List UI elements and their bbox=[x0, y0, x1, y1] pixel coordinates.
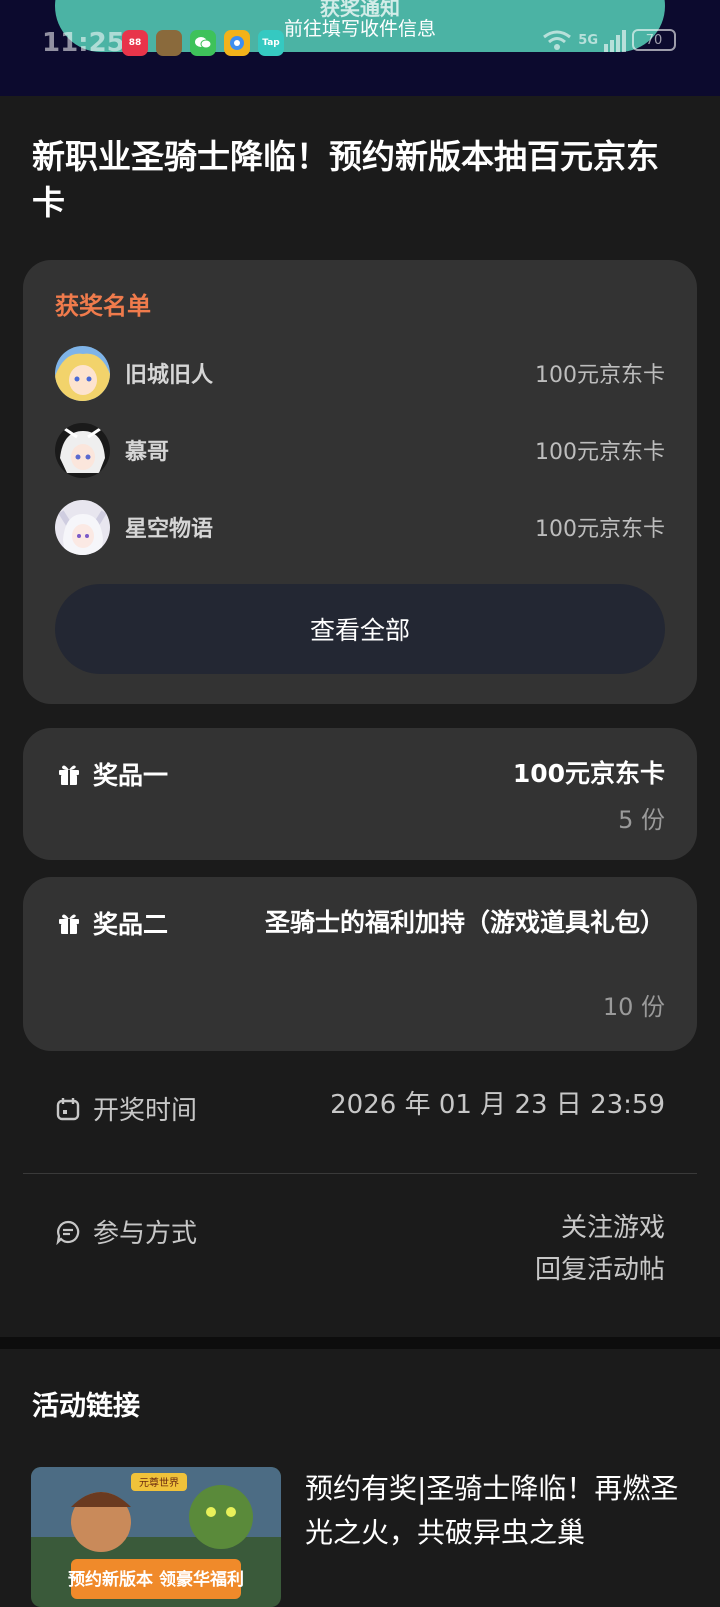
winner-prize: 100元京东卡 bbox=[535, 440, 665, 465]
method-reply-post: 回复活动帖 bbox=[534, 1255, 665, 1285]
section-separator bbox=[0, 1337, 720, 1349]
prize-card: 奖品二 圣骑士的福利加持（游戏道具礼包） 10 份 bbox=[23, 877, 697, 1051]
calendar-icon bbox=[56, 1097, 80, 1120]
winner-name: 星空物语 bbox=[125, 517, 214, 542]
chat-icon bbox=[56, 1220, 80, 1245]
winner-row[interactable]: 慕哥 100元京东卡 bbox=[55, 422, 665, 478]
winners-card: 获奖名单 旧城旧人 100元京东卡 慕哥 100元京东卡 星空物语 100元京东… bbox=[23, 260, 697, 704]
battery-level: 70 bbox=[645, 32, 663, 48]
links-title: 活动链接 bbox=[32, 1391, 140, 1422]
divider bbox=[23, 1173, 697, 1174]
winner-row[interactable]: 旧城旧人 100元京东卡 bbox=[55, 345, 665, 401]
winner-name: 旧城旧人 bbox=[125, 363, 214, 388]
avatar[interactable] bbox=[55, 499, 110, 555]
prize-quantity: 10 份 bbox=[602, 993, 665, 1021]
notification-app-icons: 88 Tap bbox=[122, 30, 284, 56]
method-follow-game: 关注游戏 bbox=[560, 1213, 665, 1243]
prize-label-text: 奖品二 bbox=[93, 910, 169, 939]
game-icon bbox=[156, 30, 182, 56]
thumbnail-badge: 元尊世界 bbox=[139, 1476, 179, 1489]
gift-icon bbox=[59, 914, 79, 934]
participation-methods: 关注游戏 回复活动帖 bbox=[535, 1207, 665, 1291]
winner-prize: 100元京东卡 bbox=[535, 363, 665, 388]
avatar[interactable] bbox=[55, 345, 110, 401]
winners-title: 获奖名单 bbox=[55, 292, 151, 320]
prize-name: 100元京东卡 bbox=[512, 759, 665, 788]
participation-label-text: 参与方式 bbox=[93, 1219, 198, 1249]
winner-row[interactable]: 星空物语 100元京东卡 bbox=[55, 499, 665, 555]
winner-prize: 100元京东卡 bbox=[535, 517, 665, 542]
wifi-icon bbox=[543, 30, 572, 50]
winner-name: 慕哥 bbox=[125, 440, 170, 465]
draw-time-label: 开奖时间 bbox=[55, 1090, 197, 1127]
prize-label-text: 奖品一 bbox=[93, 761, 169, 790]
link-thumbnail[interactable]: 元尊世界 预约新版本 领豪华福利 bbox=[31, 1467, 281, 1607]
prize-label: 奖品二 bbox=[57, 905, 168, 941]
avatar[interactable] bbox=[55, 422, 110, 478]
link-article-title[interactable]: 预约有奖|圣骑士降临！再燃圣光之火，共破异虫之巢 bbox=[305, 1467, 695, 1555]
prize-label: 奖品一 bbox=[57, 756, 168, 792]
gift-icon bbox=[59, 765, 79, 785]
signal-icon bbox=[604, 28, 626, 52]
participation-label: 参与方式 bbox=[55, 1213, 197, 1250]
draw-time-label-text: 开奖时间 bbox=[93, 1096, 198, 1126]
draw-time-value: 2026 年 01 月 23 日 23:59 bbox=[330, 1090, 665, 1120]
prize-card: 奖品一 100元京东卡 5 份 bbox=[23, 728, 697, 860]
thumbnail-caption: 预约新版本 领豪华福利 bbox=[68, 1569, 244, 1590]
browser-icon bbox=[224, 30, 250, 56]
wechat-icon bbox=[190, 30, 216, 56]
battery-icon: 70 bbox=[632, 29, 676, 51]
page-title: 新职业圣骑士降临！预约新版本抽百元京东卡 bbox=[32, 137, 659, 222]
prize-name: 圣骑士的福利加持（游戏道具礼包） bbox=[265, 908, 666, 937]
status-time: 11:25 bbox=[42, 28, 125, 58]
prize-quantity: 5 份 bbox=[618, 806, 665, 834]
status-indicators: 5G 70 bbox=[542, 28, 676, 52]
view-all-button[interactable]: 查看全部 bbox=[55, 584, 665, 674]
app-red-icon: 88 bbox=[122, 30, 148, 56]
taptap-icon: Tap bbox=[258, 30, 284, 56]
network-type: 5G bbox=[578, 32, 598, 48]
